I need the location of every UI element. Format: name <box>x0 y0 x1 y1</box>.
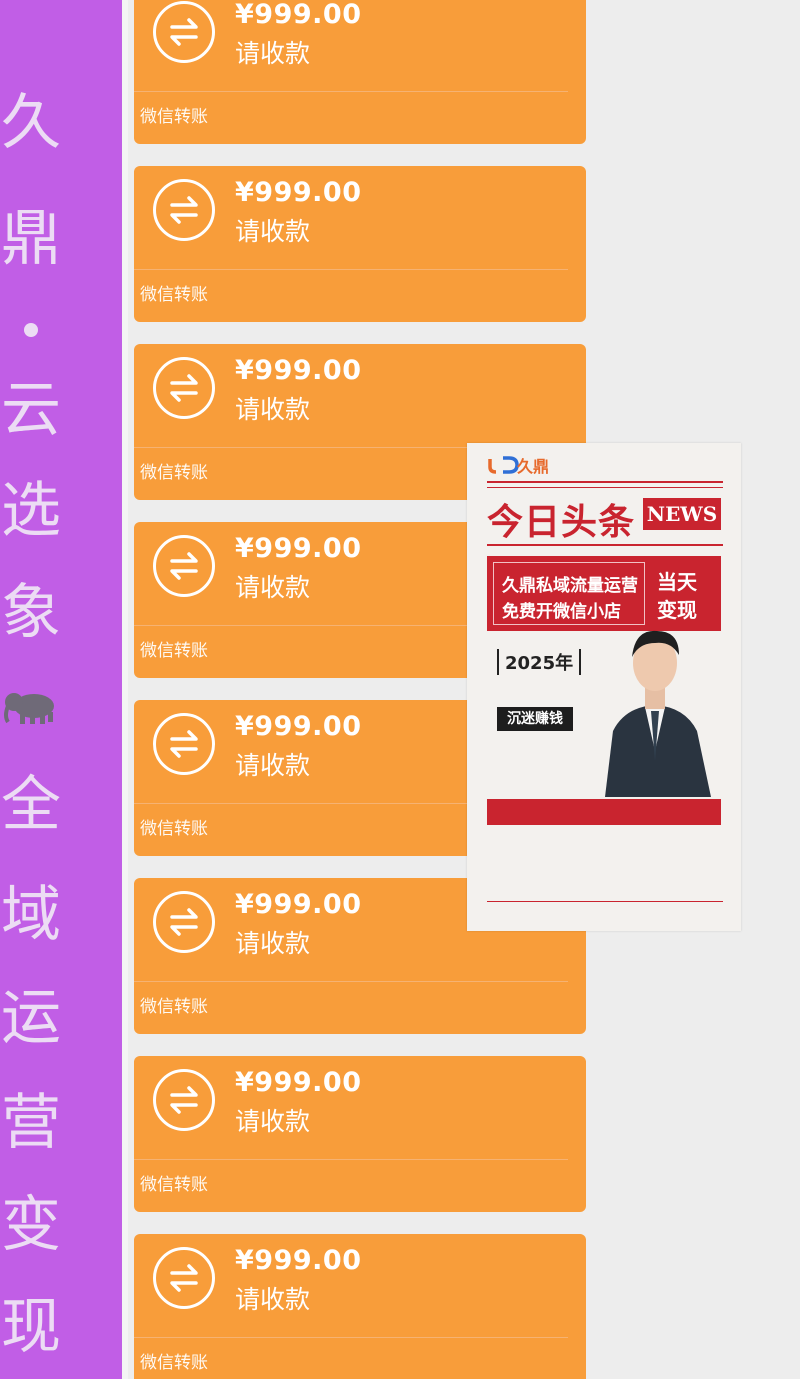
banner-char: 选 <box>1 476 61 546</box>
poster-tag: 沉迷赚钱 <box>497 707 573 731</box>
banner-char: 象 <box>1 578 61 648</box>
card-divider <box>134 981 568 982</box>
transfer-status: 请收款 <box>235 1107 311 1136</box>
banner-char: 运 <box>1 983 61 1053</box>
screen: 久 鼎 云 选 象 全 域 运 营 变 现 ¥999.00 请收款 微信转账 ¥… <box>0 0 800 1379</box>
news-badge: NEWS <box>643 498 721 530</box>
transfer-arrows-icon <box>153 357 215 419</box>
transfer-arrows-icon <box>153 1247 215 1309</box>
transfer-source: 微信转账 <box>140 1353 208 1373</box>
promo-side-text: 当天 <box>657 570 697 594</box>
transfer-source: 微信转账 <box>140 1175 208 1195</box>
transfer-arrows-icon <box>153 535 215 597</box>
banner-char: 变 <box>1 1190 61 1260</box>
transfer-status: 请收款 <box>235 573 311 602</box>
transfer-amount: ¥999.00 <box>235 533 362 564</box>
promo-line: 久鼎私域流量运营 <box>502 576 638 596</box>
transfer-amount: ¥999.00 <box>235 177 362 208</box>
transfer-status: 请收款 <box>235 217 311 246</box>
transfer-status: 请收款 <box>235 39 311 68</box>
poster-rule <box>487 481 723 483</box>
transfer-source: 微信转账 <box>140 285 208 305</box>
transfer-source: 微信转账 <box>140 819 208 839</box>
transfer-card[interactable]: ¥999.00 请收款 微信转账 <box>134 1056 586 1212</box>
transfer-card[interactable]: ¥999.00 请收款 微信转账 <box>134 1234 586 1379</box>
transfer-amount: ¥999.00 <box>235 355 362 386</box>
banner-char: 现 <box>1 1292 61 1362</box>
transfer-amount: ¥999.00 <box>235 1245 362 1276</box>
transfer-amount: ¥999.00 <box>235 0 362 30</box>
transfer-arrows-icon <box>153 179 215 241</box>
transfer-card[interactable]: ¥999.00 请收款 微信转账 <box>134 0 586 144</box>
card-divider <box>134 1337 568 1338</box>
side-banner: 久 鼎 云 选 象 全 域 运 营 变 现 <box>0 0 128 1379</box>
transfer-amount: ¥999.00 <box>235 1067 362 1098</box>
poster-year: 2025年 <box>497 649 582 675</box>
poster-rule <box>487 544 723 546</box>
transfer-arrows-icon <box>153 891 215 953</box>
transfer-source: 微信转账 <box>140 463 208 483</box>
transfer-status: 请收款 <box>235 1285 311 1314</box>
banner-char: 营 <box>1 1088 61 1158</box>
transfer-source: 微信转账 <box>140 641 208 661</box>
banner-char: 域 <box>1 880 61 950</box>
transfer-status: 请收款 <box>235 751 311 780</box>
transfer-status: 请收款 <box>235 929 311 958</box>
card-divider <box>134 1159 568 1160</box>
poster-rule <box>487 901 723 902</box>
banner-char: 鼎 <box>1 204 61 274</box>
transfer-status: 请收款 <box>235 395 311 424</box>
poster-rule <box>487 487 723 488</box>
poster-headline: 今日头条 <box>487 502 636 543</box>
banner-dot <box>24 323 38 337</box>
transfer-source: 微信转账 <box>140 997 208 1017</box>
transfer-arrows-icon <box>153 1069 215 1131</box>
transfer-arrows-icon <box>153 713 215 775</box>
promo-poster[interactable]: 久鼎 今日头条 NEWS 久鼎私域流量运营 免费开微信小店 当天 变现 2025… <box>467 443 741 931</box>
brand-logo-text: 久鼎 <box>517 457 550 476</box>
transfer-card[interactable]: ¥999.00 请收款 微信转账 <box>134 166 586 322</box>
transfer-arrows-icon <box>153 1 215 63</box>
presenter-photo <box>605 630 711 797</box>
banner-char: 全 <box>1 770 61 840</box>
transfer-amount: ¥999.00 <box>235 889 362 920</box>
promo-bar <box>487 799 721 825</box>
card-divider <box>134 91 568 92</box>
elephant-icon <box>4 693 54 724</box>
banner-char: 云 <box>1 375 61 445</box>
card-divider <box>134 269 568 270</box>
banner-char: 久 <box>1 88 61 158</box>
transfer-source: 微信转账 <box>140 107 208 127</box>
transfer-amount: ¥999.00 <box>235 711 362 742</box>
